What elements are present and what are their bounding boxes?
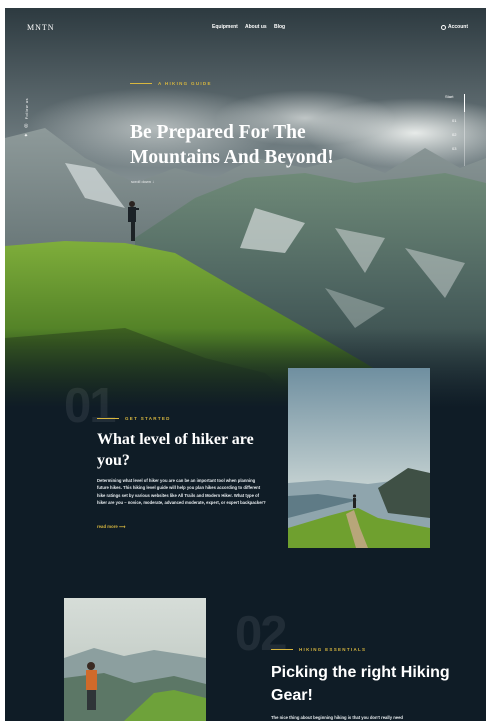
kicker-line [130,83,152,84]
section2-number: 02 [235,607,287,661]
hero-mountain-image [5,8,486,408]
scroll-down-label: scroll down [131,179,152,184]
hero-section: MNTN Equipment About us Blog Account Fol… [5,8,486,408]
slides-progress [464,94,465,112]
brand-logo[interactable]: MNTN [27,23,55,32]
read-more-label: read more [97,524,118,529]
arrow-right-icon: ⟶ [118,524,126,529]
hero-kicker-text: A HIKING GUIDE [158,81,212,86]
section2-body: The nice thing about beginning hiking is… [271,715,403,720]
section2-kicker-text: HIKING ESSENTIALS [299,647,367,652]
kicker-line [271,649,293,650]
slide-02[interactable]: 02 [452,132,456,137]
nav-equipment[interactable]: Equipment [212,24,238,30]
social-links: Follow us ◎ ✦ [21,98,31,139]
scroll-down-link[interactable]: scroll down ↓ [131,179,154,184]
section1-number: 01 [64,379,116,433]
kicker-line [97,418,119,419]
follow-us-label: Follow us [23,98,29,120]
section2-photo [64,598,206,721]
section2-title: Picking the right Hiking Gear! [271,664,450,704]
instagram-icon[interactable]: ◎ [24,124,28,129]
account-label: Account [448,24,468,30]
read-more-link[interactable]: read more ⟶ [97,524,125,530]
nav-blog[interactable]: Blog [274,24,285,30]
section1-title: What level of hiker are you? [97,431,254,469]
section1-body: Determining what level of hiker you are … [97,478,266,505]
arrow-down-icon: ↓ [152,179,155,184]
section1-kicker-text: GET STARTED [125,416,171,421]
section2-kicker: HIKING ESSENTIALS [271,647,366,652]
user-icon [441,24,446,30]
nav-about-us[interactable]: About us [245,24,267,30]
section1-kicker: GET STARTED [97,416,171,421]
slides-start-label: Start [445,94,454,99]
slide-01[interactable]: 01 [452,118,456,123]
hero-kicker: A HIKING GUIDE [130,81,212,86]
section1-photo [288,368,430,548]
page: MNTN Equipment About us Blog Account Fol… [5,8,486,721]
account-link[interactable]: Account [441,24,468,30]
hero-title: Be Prepared For The Mountains And Beyond… [130,122,334,168]
twitter-icon[interactable]: ✦ [24,134,28,139]
slide-03[interactable]: 03 [452,146,456,151]
